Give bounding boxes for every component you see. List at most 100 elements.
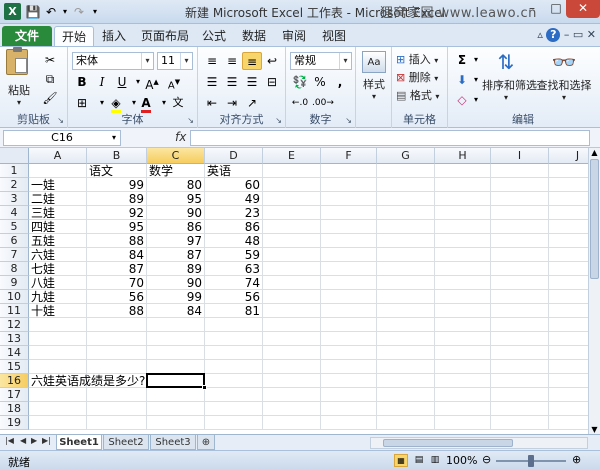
decrease-indent-icon[interactable]: ⇤ [202,94,222,112]
cell-f19[interactable] [321,416,377,430]
cell-j11[interactable] [549,304,588,318]
cell-g6[interactable] [377,234,435,248]
tab-file[interactable]: 文件 [2,26,52,46]
cell-g12[interactable] [377,318,435,332]
column-header-b[interactable]: B [87,148,147,164]
cell-j18[interactable] [549,402,588,416]
cell-g8[interactable] [377,262,435,276]
cell-e1[interactable] [263,164,321,178]
cell-j6[interactable] [549,234,588,248]
cell-b19[interactable] [87,416,147,430]
column-header-j[interactable]: J [549,148,588,164]
window-close-icon[interactable]: ✕ [587,28,596,41]
cell-g9[interactable] [377,276,435,290]
cell-h11[interactable] [435,304,491,318]
cell-j9[interactable] [549,276,588,290]
clipboard-launcher-icon[interactable]: ↘ [57,116,64,125]
tab-page-layout[interactable]: 页面布局 [136,26,194,46]
cell-e19[interactable] [263,416,321,430]
cell-b1[interactable]: 语文 [87,164,147,178]
cell-e7[interactable] [263,248,321,262]
cell-c15[interactable] [147,360,205,374]
cell-g19[interactable] [377,416,435,430]
cell-b10[interactable]: 56 [87,290,147,304]
cell-g18[interactable] [377,402,435,416]
cell-a16[interactable]: 六娃英语成绩是多少? [29,374,145,388]
cell-d6[interactable]: 48 [205,234,263,248]
cell-e14[interactable] [263,346,321,360]
font-name-select[interactable]: 宋体 ▾ [72,52,154,70]
next-sheet-icon[interactable]: ▶ [31,436,37,445]
row-header-10[interactable]: 10 [0,290,29,304]
cell-d18[interactable] [205,402,263,416]
cell-g3[interactable] [377,192,435,206]
cell-d7[interactable]: 59 [205,248,263,262]
cell-h1[interactable] [435,164,491,178]
italic-icon[interactable]: I [92,73,112,91]
cell-i13[interactable] [491,332,549,346]
minimize-button[interactable]: – [520,0,544,18]
cell-a1[interactable] [29,164,87,178]
cell-g11[interactable] [377,304,435,318]
cell-f14[interactable] [321,346,377,360]
cell-h6[interactable] [435,234,491,248]
cell-a15[interactable] [29,360,87,374]
cell-c11[interactable]: 84 [147,304,205,318]
cell-d5[interactable]: 86 [205,220,263,234]
row-header-15[interactable]: 15 [0,360,29,374]
cell-c6[interactable]: 97 [147,234,205,248]
scroll-thumb[interactable] [590,159,599,279]
cell-d9[interactable]: 74 [205,276,263,290]
cell-e12[interactable] [263,318,321,332]
cell-i4[interactable] [491,206,549,220]
row-header-2[interactable]: 2 [0,178,29,192]
cell-i12[interactable] [491,318,549,332]
cell-b18[interactable] [87,402,147,416]
cell-b6[interactable]: 88 [87,234,147,248]
cell-i19[interactable] [491,416,549,430]
phonetic-icon[interactable]: 文 [168,94,188,112]
cell-d13[interactable] [205,332,263,346]
cell-c18[interactable] [147,402,205,416]
format-cells-button[interactable]: ▤ 格式 ▾ [396,87,439,103]
comma-style-icon[interactable]: , [330,73,350,91]
row-header-14[interactable]: 14 [0,346,29,360]
cell-i10[interactable] [491,290,549,304]
cell-d12[interactable] [205,318,263,332]
cell-i15[interactable] [491,360,549,374]
cell-f8[interactable] [321,262,377,276]
zoom-level[interactable]: 100% [446,454,477,467]
cell-f13[interactable] [321,332,377,346]
tab-review[interactable]: 审阅 [276,26,312,46]
cell-j19[interactable] [549,416,588,430]
cell-e15[interactable] [263,360,321,374]
cell-i14[interactable] [491,346,549,360]
normal-view-icon[interactable]: ▦ [394,454,408,467]
cell-i2[interactable] [491,178,549,192]
cell-d17[interactable] [205,388,263,402]
cell-c13[interactable] [147,332,205,346]
row-header-9[interactable]: 9 [0,276,29,290]
cell-h17[interactable] [435,388,491,402]
row-header-16[interactable]: 16 [0,374,29,388]
cell-a7[interactable]: 六娃 [29,248,87,262]
cell-j17[interactable] [549,388,588,402]
cell-e6[interactable] [263,234,321,248]
cell-j16[interactable] [549,374,588,388]
restore-button[interactable]: □ [544,0,568,18]
row-header-5[interactable]: 5 [0,220,29,234]
row-header-19[interactable]: 19 [0,416,29,430]
cell-b12[interactable] [87,318,147,332]
cell-c3[interactable]: 95 [147,192,205,206]
cell-h2[interactable] [435,178,491,192]
cell-b11[interactable]: 88 [87,304,147,318]
cell-h3[interactable] [435,192,491,206]
cell-b5[interactable]: 95 [87,220,147,234]
cell-d19[interactable] [205,416,263,430]
cell-a8[interactable]: 七娃 [29,262,87,276]
cell-g14[interactable] [377,346,435,360]
cell-f3[interactable] [321,192,377,206]
row-header-18[interactable]: 18 [0,402,29,416]
copy-icon[interactable]: ⧉ [40,70,60,88]
cell-e10[interactable] [263,290,321,304]
